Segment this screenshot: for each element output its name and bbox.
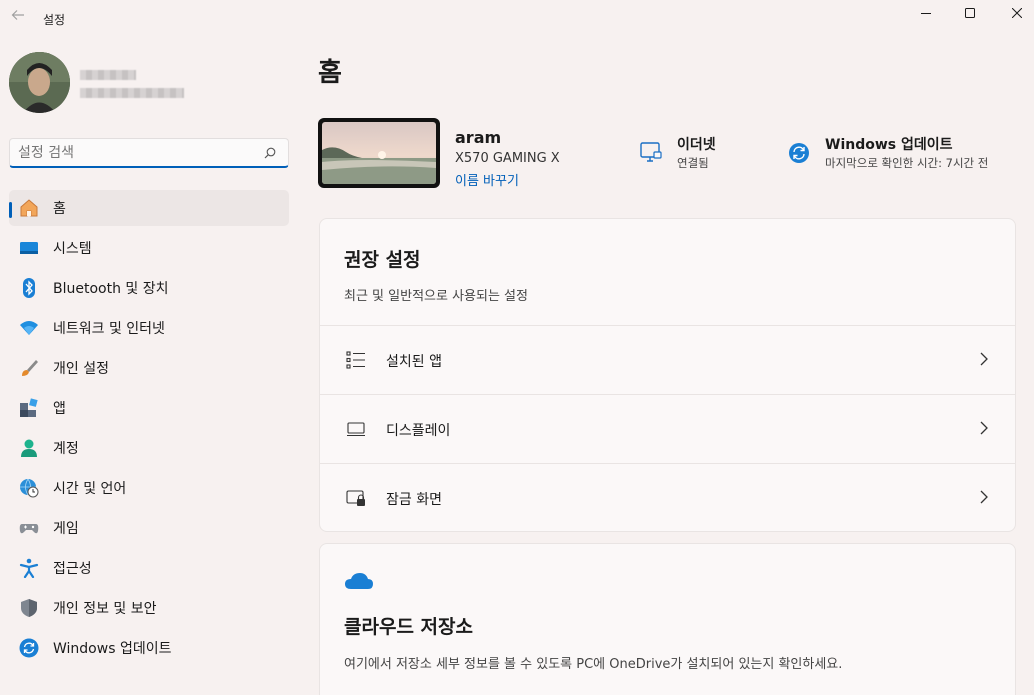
shield-icon [19,598,39,618]
wallpaper-image [322,122,436,184]
chevron-right-icon [980,352,988,366]
arrow-left-icon [11,10,24,20]
search-icon[interactable] [264,147,276,159]
sidebar-item-accessibility[interactable]: 접근성 [9,550,289,586]
sidebar-item-network[interactable]: 네트워크 및 인터넷 [9,310,289,346]
maximize-icon [965,8,975,18]
sidebar-item-label: Bluetooth 및 장치 [53,281,169,297]
window-title: 설정 [43,13,66,27]
display-row[interactable]: 디스플레이 [320,394,1015,463]
blurred-user-name [80,70,136,80]
cloud-storage-card: 클라우드 저장소 여기에서 저장소 세부 정보를 볼 수 있도록 PC에 One… [319,543,1016,695]
title-bar: 설정 [0,0,1034,40]
device-model: X570 GAMING X [455,151,560,166]
device-wallpaper-thumbnail [318,118,440,188]
ethernet-status: 연결됨 [677,156,709,170]
blurred-user-email [80,88,184,98]
apps-icon [19,398,39,418]
sidebar-item-label: 개인 설정 [53,361,109,377]
recommended-settings-card: 권장 설정 최근 및 일반적으로 사용되는 설정 설치된 앱 디스플레이 잠금 … [319,218,1016,532]
minimize-icon [921,13,931,14]
avatar[interactable] [9,52,70,113]
chevron-right-icon [980,490,988,504]
sidebar-item-label: 앱 [53,401,66,417]
update-status-icon[interactable] [788,142,812,166]
sidebar-item-label: 홈 [53,201,66,217]
profile-photo [9,52,70,113]
sidebar-item-privacy[interactable]: 개인 정보 및 보안 [9,590,289,626]
sidebar-item-label: 시간 및 언어 [53,481,127,497]
brush-icon [19,358,39,378]
sidebar-item-apps[interactable]: 앱 [9,390,289,426]
laptop-icon [347,422,365,437]
sidebar-item-label: 네트워크 및 인터넷 [53,321,165,337]
lock-screen-icon [346,490,365,506]
lock-screen-row[interactable]: 잠금 화면 [320,463,1015,532]
sidebar-item-label: Windows 업데이트 [53,641,172,657]
device-name: aram [455,128,502,147]
sidebar-item-personalization[interactable]: 개인 설정 [9,350,289,386]
sidebar-nav: 홈 시스템 Bluetooth 및 장치 네트워크 및 인터넷 개인 설정 앱 [9,190,289,670]
row-label: 디스플레이 [386,423,451,439]
chevron-right-icon [980,421,988,435]
update-title[interactable]: Windows 업데이트 [825,134,953,154]
row-label: 잠금 화면 [386,492,442,508]
update-status: 마지막으로 확인한 시간: 7시간 전 [825,156,989,170]
home-icon [19,198,39,218]
list-icon [346,351,365,369]
system-icon [19,238,39,258]
sidebar-item-windows-update[interactable]: Windows 업데이트 [9,630,289,666]
page-title: 홈 [318,58,342,88]
minimize-button[interactable] [903,0,949,26]
back-button[interactable] [8,8,28,28]
sidebar-item-label: 접근성 [53,561,92,577]
search-input[interactable] [18,143,258,163]
close-button[interactable] [994,0,1034,26]
ethernet-title[interactable]: 이더넷 [677,134,716,154]
gamepad-icon [19,518,39,538]
installed-apps-row[interactable]: 설치된 앱 [320,325,1015,394]
maximize-button[interactable] [947,0,993,26]
search-box[interactable] [9,138,289,168]
sidebar-item-label: 게임 [53,521,79,537]
account-icon [19,438,39,458]
active-indicator [9,202,12,218]
card-subtitle: 최근 및 일반적으로 사용되는 설정 [344,289,528,304]
cloud-storage-title: 클라우드 저장소 [344,616,473,638]
sidebar-item-bluetooth[interactable]: Bluetooth 및 장치 [9,270,289,306]
wifi-icon [19,318,39,338]
sidebar-item-label: 개인 정보 및 보안 [53,601,157,617]
sidebar-item-system[interactable]: 시스템 [9,230,289,266]
sidebar-item-time-language[interactable]: 시간 및 언어 [9,470,289,506]
globe-clock-icon [19,478,39,498]
rename-link[interactable]: 이름 바꾸기 [455,170,519,189]
update-icon [19,638,39,658]
row-label: 설치된 앱 [386,354,442,370]
bluetooth-icon [19,278,39,298]
close-icon [1012,8,1022,18]
accessibility-icon [19,558,39,578]
sidebar-item-gaming[interactable]: 게임 [9,510,289,546]
onedrive-cloud-icon [345,573,373,589]
ethernet-icon[interactable] [639,141,663,165]
cloud-storage-description: 여기에서 저장소 세부 정보를 볼 수 있도록 PC에 OneDrive가 설치… [344,657,843,672]
sidebar-item-label: 계정 [53,441,79,457]
card-title: 권장 설정 [344,249,421,271]
sidebar-item-accounts[interactable]: 계정 [9,430,289,466]
sidebar-item-home[interactable]: 홈 [9,190,289,226]
sidebar-item-label: 시스템 [53,241,92,257]
